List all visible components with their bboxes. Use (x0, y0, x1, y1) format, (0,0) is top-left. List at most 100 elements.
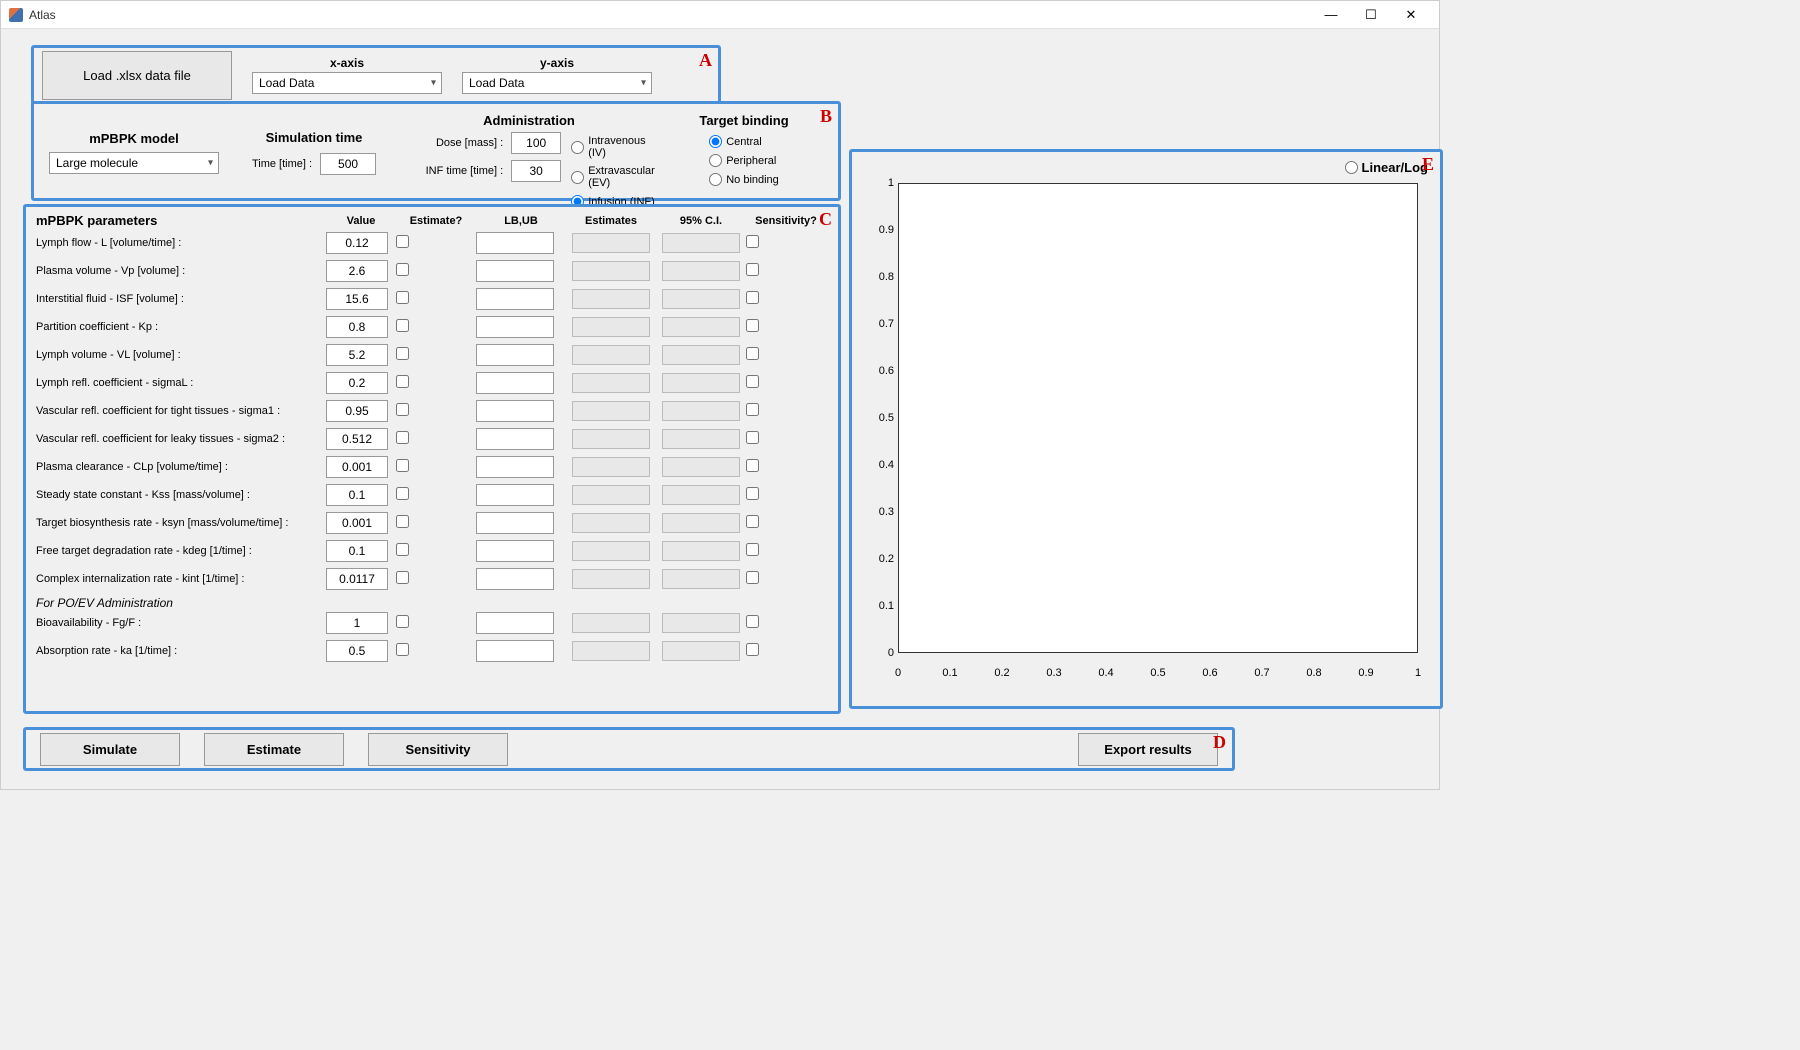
param-lbub-input[interactable] (476, 484, 554, 506)
param-estimate-check[interactable] (396, 319, 409, 332)
export-button[interactable]: Export results (1078, 733, 1218, 766)
param-lbub-input[interactable] (476, 316, 554, 338)
param-name: Complex internalization rate - kint [1/t… (36, 573, 326, 585)
param-lbub-input[interactable] (476, 260, 554, 282)
target-radio-1[interactable] (709, 154, 722, 167)
titlebar: Atlas — ☐ ✕ (1, 1, 1439, 29)
param-value-input[interactable] (326, 428, 388, 450)
param-estimates-readonly (572, 485, 650, 505)
param-lbub-input[interactable] (476, 640, 554, 662)
model-select[interactable]: Large molecule (49, 152, 219, 174)
maximize-button[interactable]: ☐ (1351, 3, 1391, 27)
param-lbub-input[interactable] (476, 428, 554, 450)
param-lbub-input[interactable] (476, 372, 554, 394)
admin-title: Administration (483, 113, 575, 128)
param-lbub-input[interactable] (476, 512, 554, 534)
admin-radio-0[interactable] (571, 141, 584, 154)
param-estimate-check[interactable] (396, 643, 409, 656)
param-value-input[interactable] (326, 640, 388, 662)
param-value-input[interactable] (326, 232, 388, 254)
dose-input[interactable] (511, 132, 561, 154)
target-radio-2[interactable] (709, 173, 722, 186)
param-estimate-check[interactable] (396, 263, 409, 276)
param-value-input[interactable] (326, 512, 388, 534)
param-sens-check[interactable] (746, 431, 759, 444)
param-estimate-check[interactable] (396, 459, 409, 472)
load-data-button[interactable]: Load .xlsx data file (42, 51, 232, 100)
param-estimates-readonly (572, 289, 650, 309)
minimize-button[interactable]: — (1311, 3, 1351, 27)
param-estimate-check[interactable] (396, 615, 409, 628)
x-tick: 1 (1415, 667, 1421, 679)
param-value-input[interactable] (326, 568, 388, 590)
param-sens-check[interactable] (746, 291, 759, 304)
param-value-input[interactable] (326, 484, 388, 506)
param-estimate-check[interactable] (396, 235, 409, 248)
param-estimate-check[interactable] (396, 291, 409, 304)
x-tick: 0.8 (1306, 667, 1321, 679)
param-lbub-input[interactable] (476, 400, 554, 422)
admin-radio-1[interactable] (571, 171, 584, 184)
param-value-input[interactable] (326, 400, 388, 422)
param-estimate-check[interactable] (396, 431, 409, 444)
estimate-button[interactable]: Estimate (204, 733, 344, 766)
param-sens-check[interactable] (746, 235, 759, 248)
param-sens-check[interactable] (746, 571, 759, 584)
param-value-input[interactable] (326, 456, 388, 478)
param-lbub-input[interactable] (476, 232, 554, 254)
param-value-input[interactable] (326, 540, 388, 562)
simulate-button[interactable]: Simulate (40, 733, 180, 766)
xaxis-select[interactable]: Load Data (252, 72, 442, 94)
col-ci: 95% C.I. (656, 215, 746, 227)
param-ci-readonly (662, 401, 740, 421)
param-sens-check[interactable] (746, 643, 759, 656)
param-sens-check[interactable] (746, 515, 759, 528)
col-sens: Sensitivity? (746, 215, 826, 227)
param-value-input[interactable] (326, 288, 388, 310)
linear-log-radio[interactable] (1345, 161, 1358, 174)
time-input[interactable] (320, 153, 376, 175)
param-value-input[interactable] (326, 612, 388, 634)
y-tick: 0.7 (864, 318, 894, 330)
param-value-input[interactable] (326, 372, 388, 394)
param-sens-check[interactable] (746, 319, 759, 332)
target-radio-0[interactable] (709, 135, 722, 148)
param-estimate-check[interactable] (396, 375, 409, 388)
param-sens-check[interactable] (746, 459, 759, 472)
panel-label-b: B (820, 106, 832, 127)
param-sens-check[interactable] (746, 263, 759, 276)
plot-box[interactable] (898, 183, 1418, 653)
param-estimates-readonly (572, 429, 650, 449)
param-value-input[interactable] (326, 316, 388, 338)
param-estimate-check[interactable] (396, 487, 409, 500)
inf-input[interactable] (511, 160, 561, 182)
param-value-input[interactable] (326, 344, 388, 366)
sensitivity-button[interactable]: Sensitivity (368, 733, 508, 766)
param-estimates-readonly (572, 401, 650, 421)
param-lbub-input[interactable] (476, 288, 554, 310)
panel-data-load: A Load .xlsx data file x-axis Load Data … (31, 45, 721, 105)
param-sens-check[interactable] (746, 615, 759, 628)
param-lbub-input[interactable] (476, 612, 554, 634)
param-lbub-input[interactable] (476, 344, 554, 366)
yaxis-select[interactable]: Load Data (462, 72, 652, 94)
param-sens-check[interactable] (746, 543, 759, 556)
param-lbub-input[interactable] (476, 568, 554, 590)
param-estimate-check[interactable] (396, 347, 409, 360)
param-ci-readonly (662, 541, 740, 561)
param-lbub-input[interactable] (476, 456, 554, 478)
param-sens-check[interactable] (746, 487, 759, 500)
param-estimate-check[interactable] (396, 403, 409, 416)
param-estimate-check[interactable] (396, 515, 409, 528)
plot-area: 10.90.80.70.60.50.40.30.20.10 00.10.20.3… (864, 179, 1424, 679)
x-tick: 0.6 (1202, 667, 1217, 679)
param-sens-check[interactable] (746, 375, 759, 388)
param-value-input[interactable] (326, 260, 388, 282)
y-tick: 0.4 (864, 459, 894, 471)
param-sens-check[interactable] (746, 403, 759, 416)
param-estimate-check[interactable] (396, 543, 409, 556)
param-lbub-input[interactable] (476, 540, 554, 562)
param-sens-check[interactable] (746, 347, 759, 360)
close-button[interactable]: ✕ (1391, 3, 1431, 27)
param-estimate-check[interactable] (396, 571, 409, 584)
